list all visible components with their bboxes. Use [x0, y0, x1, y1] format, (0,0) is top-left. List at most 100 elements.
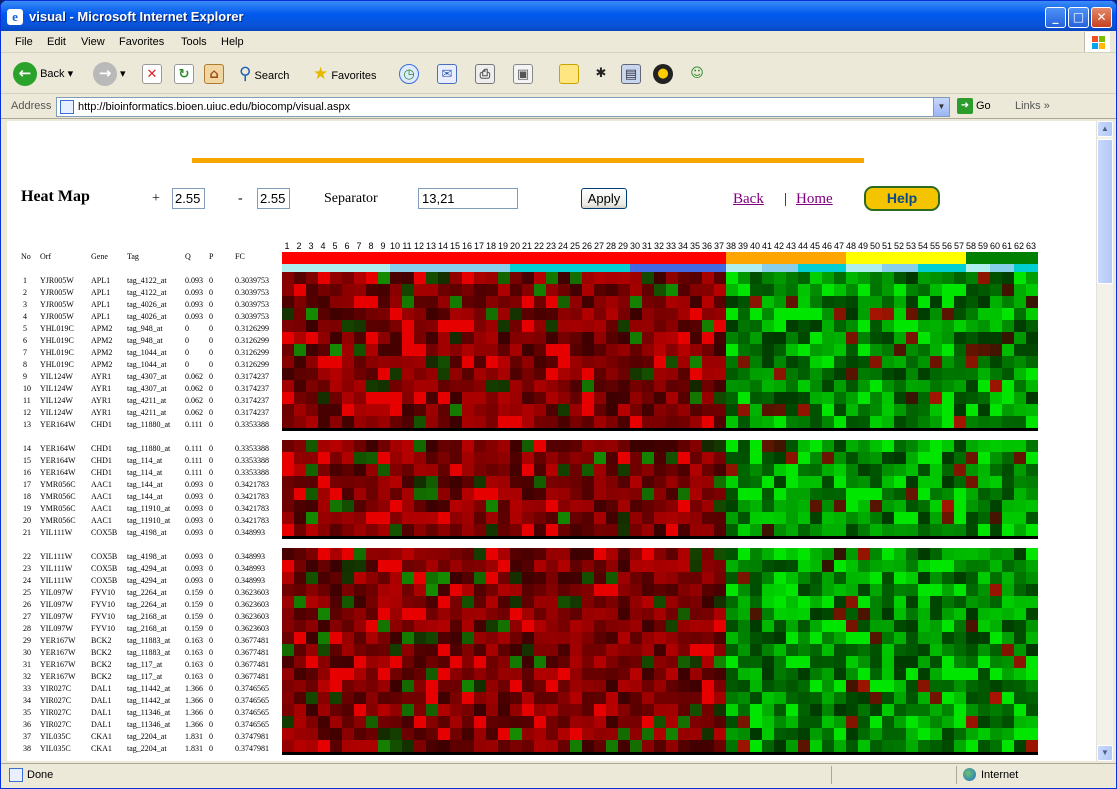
- heatmap-cell: [894, 704, 906, 716]
- heatmap-cell: [726, 728, 738, 740]
- heatmap-cell: [1014, 704, 1026, 716]
- heatmap-cell: [630, 632, 642, 644]
- messenger-icon[interactable]: ●: [653, 64, 673, 84]
- back-button[interactable]: ← Back ▾: [13, 62, 73, 87]
- heatmap-cell: [306, 476, 318, 488]
- heatmap-cell: [810, 728, 822, 740]
- menu-tools[interactable]: Tools: [181, 36, 207, 48]
- heatmap-cell: [870, 284, 882, 296]
- heatmap-cell: [702, 488, 714, 500]
- heatmap-cell: [906, 452, 918, 464]
- heatmap-cell: [642, 596, 654, 608]
- heatmap-cell: [750, 344, 762, 356]
- table-cell: YER167W: [40, 636, 76, 645]
- heatmap-cell: [798, 728, 810, 740]
- address-dropdown-icon[interactable]: ▼: [933, 98, 949, 116]
- print-icon[interactable]: ⎙: [475, 64, 495, 84]
- history-icon[interactable]: ◷: [399, 64, 419, 84]
- table-cell: 0: [209, 480, 213, 489]
- go-button[interactable]: ➜ Go: [957, 98, 991, 114]
- address-input[interactable]: http://bioinformatics.bioen.uiuc.edu/bio…: [56, 97, 950, 117]
- contacts-icon[interactable]: ☺: [687, 64, 707, 84]
- plus-threshold-input[interactable]: 2.55: [172, 188, 205, 209]
- heatmap-cell: [546, 380, 558, 392]
- apply-button[interactable]: Apply: [581, 188, 627, 209]
- heatmap-cell: [918, 344, 930, 356]
- menu-edit[interactable]: Edit: [47, 36, 66, 48]
- heatmap-cell: [654, 608, 666, 620]
- heatmap-cell: [942, 476, 954, 488]
- heatmap-cell: [582, 380, 594, 392]
- table-cell: 0: [209, 720, 213, 729]
- forward-button[interactable]: → ▾: [93, 62, 126, 87]
- link-separator: |: [784, 191, 788, 207]
- scroll-down-icon[interactable]: ▼: [1097, 745, 1113, 761]
- heatmap-cell: [894, 284, 906, 296]
- table-cell: tag_144_at: [127, 480, 163, 489]
- heatmap-cell: [534, 380, 546, 392]
- heatmap-cell: [654, 632, 666, 644]
- heatmap-cell: [582, 740, 594, 752]
- heatmap-cell: [366, 644, 378, 656]
- back-link[interactable]: Back: [733, 191, 764, 208]
- heatmap-cell: [942, 680, 954, 692]
- maximize-button[interactable]: □: [1068, 7, 1089, 28]
- home-link[interactable]: Home: [796, 191, 833, 208]
- vertical-scrollbar[interactable]: ▲ ▼: [1096, 121, 1113, 761]
- minimize-button[interactable]: _: [1045, 7, 1066, 28]
- heatmap-cell: [894, 416, 906, 428]
- scroll-up-icon[interactable]: ▲: [1097, 121, 1113, 137]
- table-cell: YIL111W: [40, 552, 73, 561]
- heatmap-cell: [966, 644, 978, 656]
- heatmap-cell: [570, 608, 582, 620]
- links-label: Links: [1015, 100, 1041, 112]
- menu-help[interactable]: Help: [221, 36, 244, 48]
- menu-file[interactable]: File: [15, 36, 33, 48]
- heatmap-cell: [282, 416, 294, 428]
- table-cell: 0.3174237: [235, 408, 269, 417]
- network-icon[interactable]: ✱: [591, 64, 611, 84]
- search-button[interactable]: ⚲ Search: [239, 62, 289, 86]
- heatmap-cell: [774, 548, 786, 560]
- note-icon[interactable]: [559, 64, 579, 84]
- links-toolbar[interactable]: Links »: [1015, 100, 1050, 112]
- heatmap-cell: [954, 356, 966, 368]
- separator-input[interactable]: 13,21: [418, 188, 518, 209]
- heatmap-cell: [942, 500, 954, 512]
- heatmap-cell: [762, 320, 774, 332]
- menu-favorites[interactable]: Favorites: [119, 36, 164, 48]
- table-cell: 36: [23, 720, 31, 729]
- table-cell: 0.3174237: [235, 384, 269, 393]
- heatmap-cell: [966, 656, 978, 668]
- scroll-thumb[interactable]: [1097, 139, 1113, 284]
- research-icon[interactable]: ▤: [621, 64, 641, 84]
- heatmap-cell: [726, 380, 738, 392]
- refresh-icon[interactable]: ↻: [174, 64, 194, 84]
- heatmap-cell: [834, 728, 846, 740]
- heatmap-cell: [618, 608, 630, 620]
- heatmap-cell: [666, 500, 678, 512]
- heatmap-cell: [606, 728, 618, 740]
- menu-view[interactable]: View: [81, 36, 105, 48]
- favorites-button[interactable]: ★ Favorites: [313, 62, 377, 86]
- heatmap-cell: [534, 452, 546, 464]
- stop-icon[interactable]: ✕: [142, 64, 162, 84]
- heatmap-cell: [570, 644, 582, 656]
- heatmap-cell: [558, 584, 570, 596]
- table-cell: 0.348993: [235, 552, 265, 561]
- close-button[interactable]: ✕: [1091, 7, 1112, 28]
- heatmap-cell: [630, 740, 642, 752]
- column-number: 36: [701, 241, 712, 251]
- home-icon[interactable]: ⌂: [204, 64, 224, 84]
- help-button[interactable]: Help: [864, 186, 940, 211]
- heatmap-cell: [882, 584, 894, 596]
- heatmap-cell: [918, 392, 930, 404]
- edit-icon[interactable]: ▣: [513, 64, 533, 84]
- heatmap-cell: [414, 440, 426, 452]
- mail-icon[interactable]: ✉: [437, 64, 457, 84]
- heatmap-cell: [906, 716, 918, 728]
- heatmap-cell: [678, 728, 690, 740]
- heatmap-cell: [474, 584, 486, 596]
- minus-threshold-input[interactable]: 2.55: [257, 188, 290, 209]
- heatmap-cell: [1002, 344, 1014, 356]
